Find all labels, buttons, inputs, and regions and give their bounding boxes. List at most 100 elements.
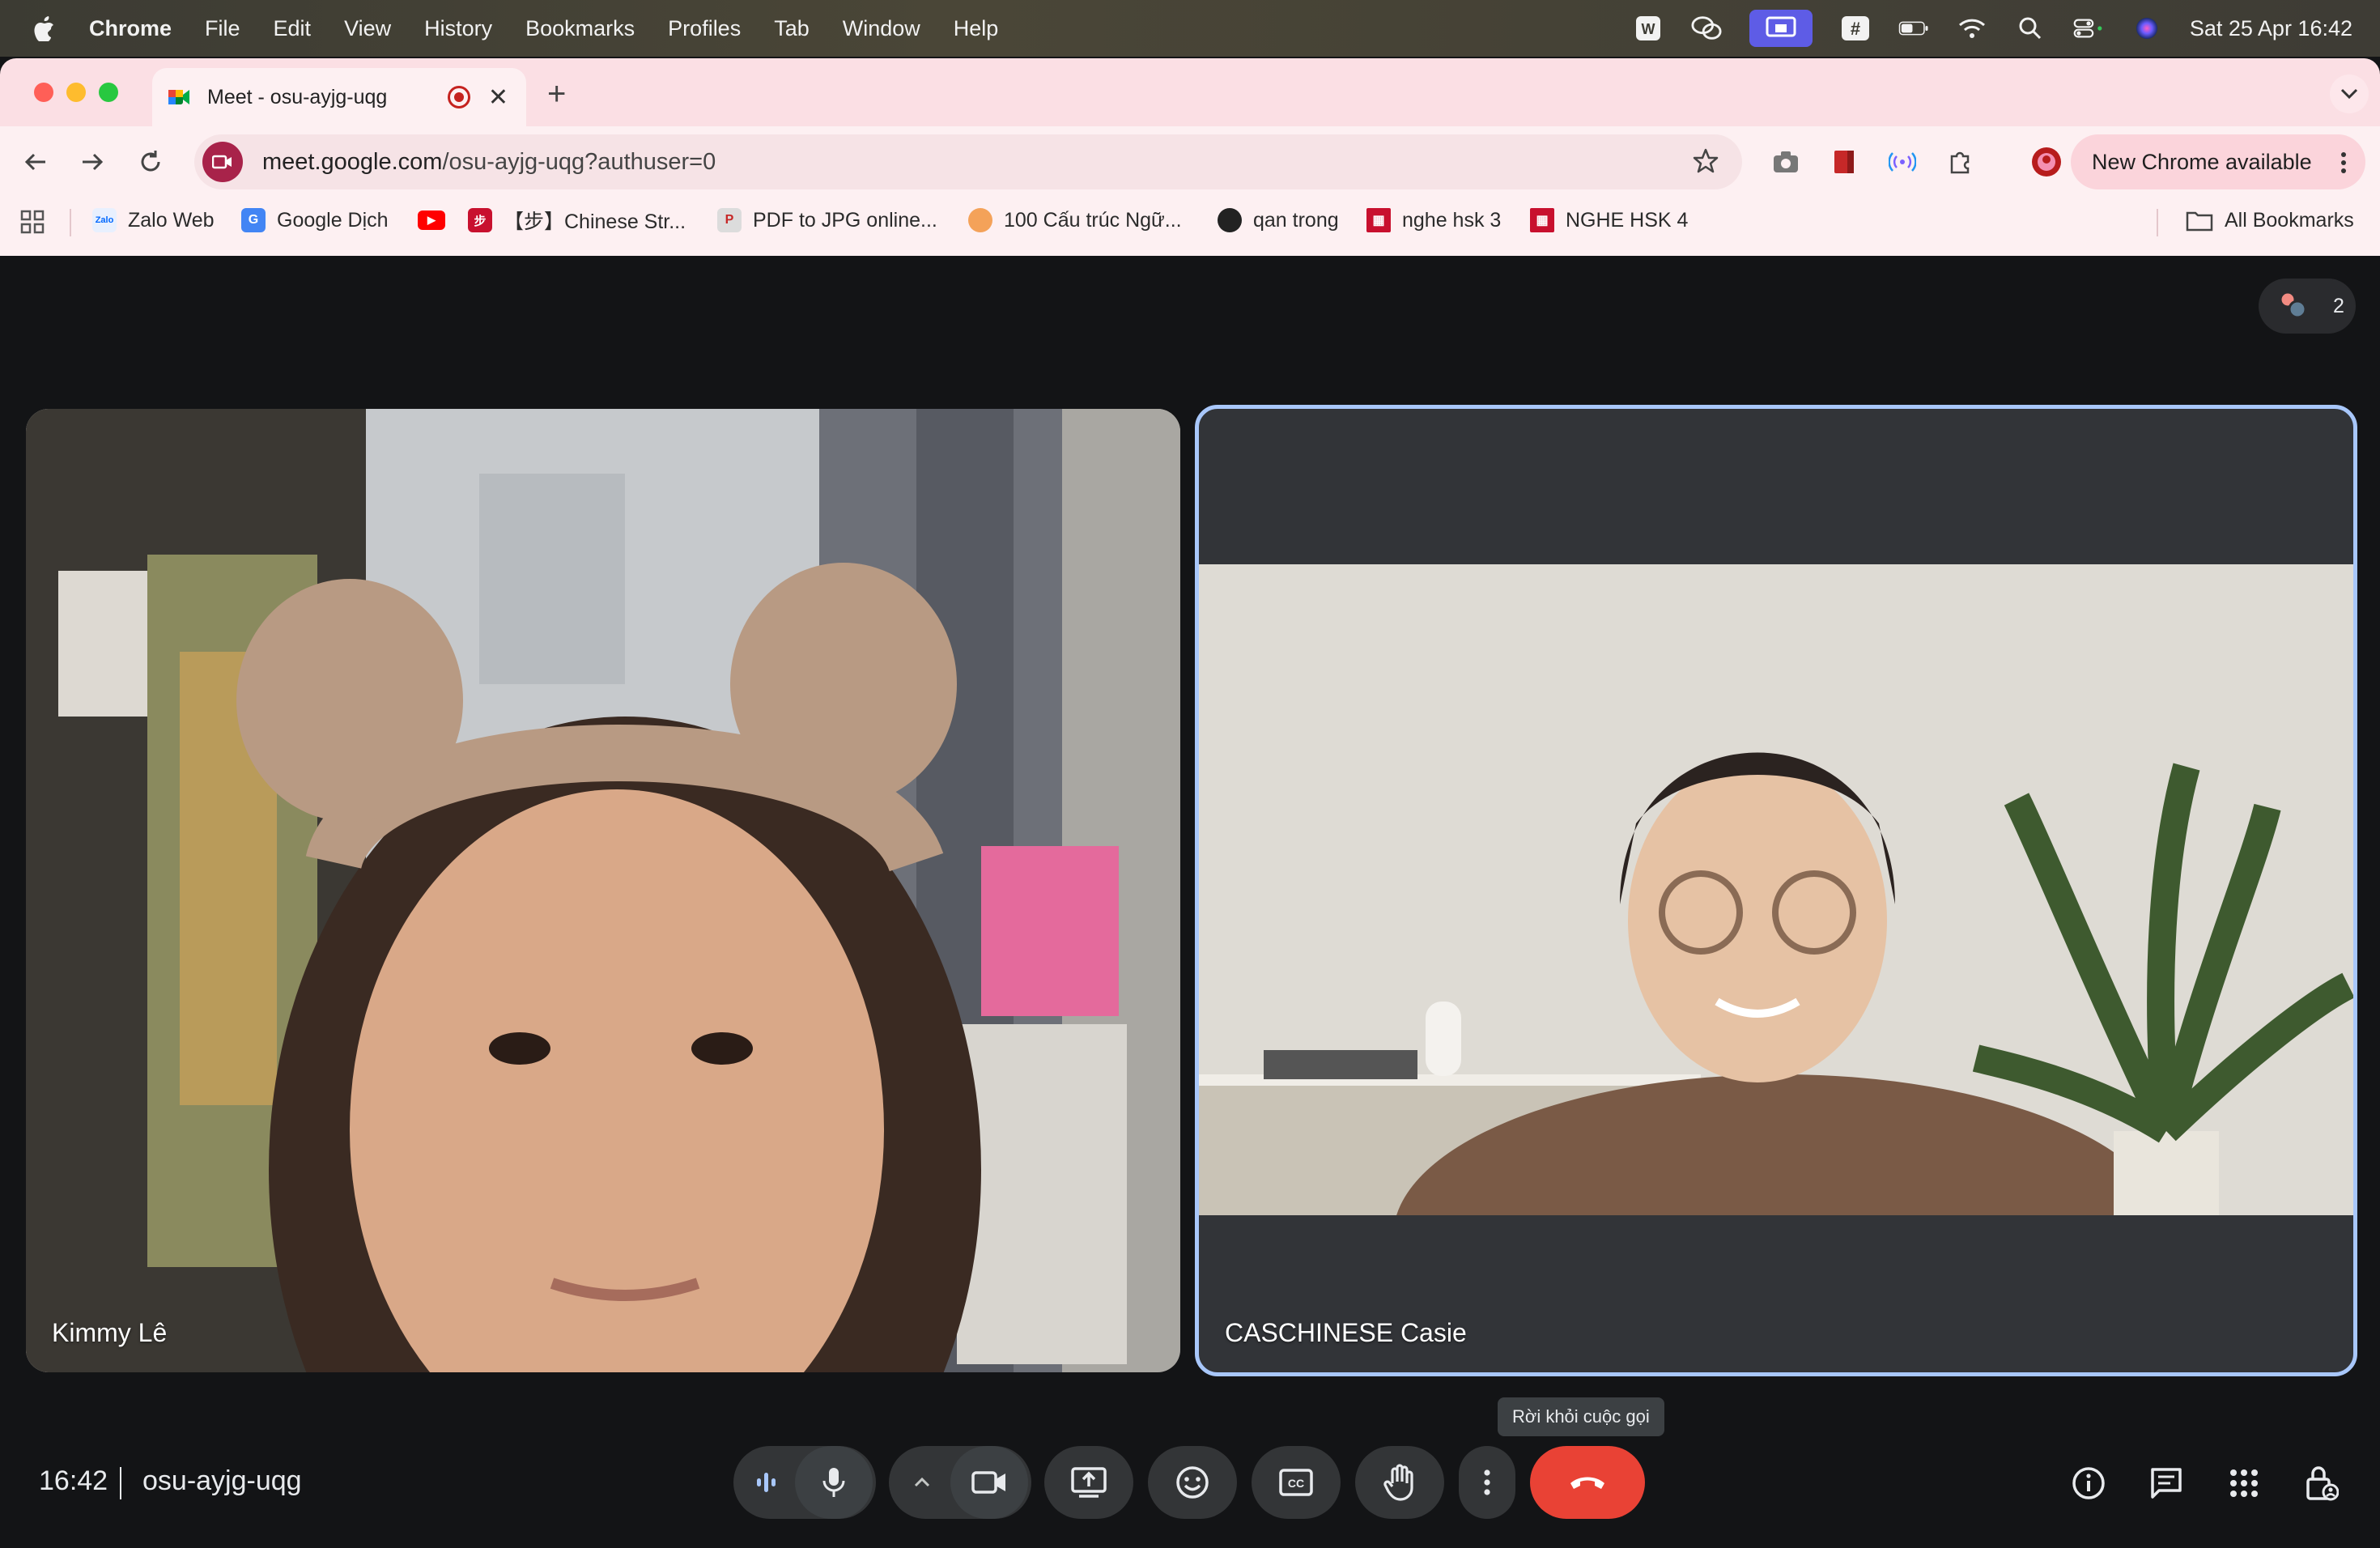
bookmark-nghe-hsk-4[interactable]: ▦ NGHE HSK 4	[1530, 207, 1688, 233]
window-close-button[interactable]	[34, 83, 53, 102]
camera-button[interactable]	[950, 1446, 1028, 1519]
menu-view[interactable]: View	[344, 16, 391, 41]
new-chrome-available-button[interactable]: New Chrome available	[2071, 134, 2365, 189]
video-tile-casie[interactable]: CASCHINESE Casie	[1195, 405, 2357, 1376]
tab-search-button[interactable]	[2330, 74, 2369, 113]
menu-window[interactable]: Window	[843, 16, 920, 41]
battery-icon[interactable]	[1898, 15, 1929, 42]
control-center-icon[interactable]	[2073, 15, 2104, 42]
menu-file[interactable]: File	[205, 16, 240, 41]
menubar-clock[interactable]: Sat 25 Apr 16:42	[2190, 16, 2352, 41]
svg-text:CC: CC	[1288, 1477, 1304, 1490]
camera-options-button[interactable]	[889, 1446, 955, 1519]
meeting-details-button[interactable]	[2069, 1464, 2108, 1503]
svg-text:#: #	[1851, 19, 1860, 39]
tab-meet[interactable]: Meet - osu-ayjg-uqg ✕	[152, 68, 526, 126]
book-extension-button[interactable]	[1826, 144, 1862, 180]
screen-share-icon[interactable]	[1749, 10, 1813, 47]
bookmark-chinese-str[interactable]: 步 【步】Chinese Str...	[468, 207, 686, 233]
microphone-icon	[822, 1468, 845, 1497]
lock-person-icon	[2306, 1466, 2339, 1501]
window-minimize-button[interactable]	[66, 83, 86, 102]
all-bookmarks-button[interactable]: All Bookmarks	[2186, 207, 2354, 233]
recording-indicator-icon	[447, 86, 470, 108]
menu-edit[interactable]: Edit	[274, 16, 312, 41]
raise-hand-button[interactable]	[1355, 1446, 1444, 1519]
menu-app-name[interactable]: Chrome	[89, 16, 172, 41]
present-screen-button[interactable]	[1044, 1446, 1133, 1519]
menu-bookmarks[interactable]: Bookmarks	[525, 16, 635, 41]
camera-feed-image	[1199, 564, 2353, 1215]
participants-button[interactable]: 2	[2259, 279, 2356, 334]
address-bar[interactable]: meet.google.com/osu-ayjg-uqg?authuser=0	[194, 134, 1742, 189]
hsk-icon: ▦	[1366, 208, 1391, 232]
wechat-icon[interactable]	[1691, 15, 1722, 42]
site-info-button[interactable]	[202, 142, 243, 182]
book-icon	[1834, 151, 1854, 173]
menu-history[interactable]: History	[424, 16, 492, 41]
puzzle-icon	[1950, 151, 1970, 174]
bookmarks-divider	[2157, 209, 2158, 236]
avatar-icon	[2032, 147, 2061, 176]
bookmark-zalo-web[interactable]: Zalo Zalo Web	[92, 207, 215, 233]
siri-icon[interactable]	[2131, 15, 2162, 42]
reload-button[interactable]	[133, 144, 168, 180]
wps-icon[interactable]: W	[1633, 15, 1664, 42]
apple-icon[interactable]	[32, 15, 55, 41]
video-camera-icon	[212, 155, 232, 169]
bookmark-label: nghe hsk 3	[1402, 208, 1502, 232]
bookmarks-divider	[70, 209, 71, 236]
tab-title: Meet - osu-ayjg-uqg	[207, 85, 388, 108]
hang-up-icon	[1570, 1477, 1604, 1489]
more-options-button[interactable]	[1459, 1446, 1515, 1519]
screenshot-extension-button[interactable]	[1768, 144, 1804, 180]
chevron-down-icon	[2340, 88, 2358, 100]
tab-close-icon[interactable]: ✕	[488, 83, 508, 112]
meeting-code[interactable]: osu-ayjg-uqg	[142, 1465, 302, 1497]
broadcast-extension-button[interactable]	[1885, 144, 1920, 180]
bookmark-youtube[interactable]: ▶	[418, 207, 457, 233]
menu-tab[interactable]: Tab	[774, 16, 810, 41]
reload-icon	[141, 151, 160, 172]
pdf-icon: P	[717, 208, 742, 232]
macos-menu-bar: Chrome File Edit View History Bookmarks …	[0, 0, 2380, 57]
microphone-button[interactable]	[795, 1446, 873, 1519]
forward-button[interactable]	[74, 144, 110, 180]
audio-level-icon	[757, 1473, 776, 1492]
menu-help[interactable]: Help	[954, 16, 999, 41]
spotlight-icon[interactable]	[2015, 15, 2046, 42]
google-translate-icon: G	[241, 208, 266, 232]
wifi-icon[interactable]	[1957, 15, 1987, 42]
arrow-right-icon	[83, 153, 104, 171]
bookmark-label: Google Dịch	[277, 208, 389, 232]
bookmark-100-cau-truc[interactable]: 100 Cấu trúc Ngữ...	[968, 207, 1182, 233]
host-controls-button[interactable]	[2302, 1464, 2341, 1503]
url-text[interactable]: meet.google.com/osu-ayjg-uqg?authuser=0	[262, 149, 716, 176]
activities-button[interactable]	[2225, 1464, 2263, 1503]
window-zoom-button[interactable]	[99, 83, 118, 102]
captions-button[interactable]: CC	[1252, 1446, 1341, 1519]
leave-call-button[interactable]	[1530, 1446, 1645, 1519]
extensions-button[interactable]	[1943, 144, 1978, 180]
more-vert-icon	[2341, 152, 2346, 173]
back-button[interactable]	[18, 144, 53, 180]
globe-icon	[1218, 208, 1242, 232]
new-tab-button[interactable]: +	[547, 76, 566, 113]
apps-button[interactable]	[19, 209, 45, 239]
avatar-stack-icon	[2279, 291, 2307, 319]
reactions-button[interactable]	[1148, 1446, 1237, 1519]
closed-captions-icon: CC	[1279, 1469, 1313, 1496]
chat-button[interactable]	[2147, 1464, 2186, 1503]
bookmark-google-dich[interactable]: G Google Dịch	[241, 207, 389, 233]
hashtag-icon[interactable]: #	[1840, 15, 1871, 42]
bookmark-pdf-to-jpg[interactable]: P PDF to JPG online...	[717, 207, 937, 233]
profile-avatar-button[interactable]	[2029, 144, 2064, 180]
bookmark-qan-trong[interactable]: qan trong	[1218, 207, 1339, 233]
video-tile-kimmy[interactable]: Kimmy Lê	[26, 409, 1180, 1372]
bookmark-nghe-hsk-3[interactable]: ▦ nghe hsk 3	[1366, 207, 1501, 233]
menu-profiles[interactable]: Profiles	[668, 16, 741, 41]
apps-grid-icon	[20, 210, 45, 234]
more-vert-icon	[1484, 1469, 1490, 1495]
participant-name: CASCHINESE Casie	[1225, 1318, 1467, 1347]
bookmark-star-button[interactable]	[1692, 147, 1719, 179]
